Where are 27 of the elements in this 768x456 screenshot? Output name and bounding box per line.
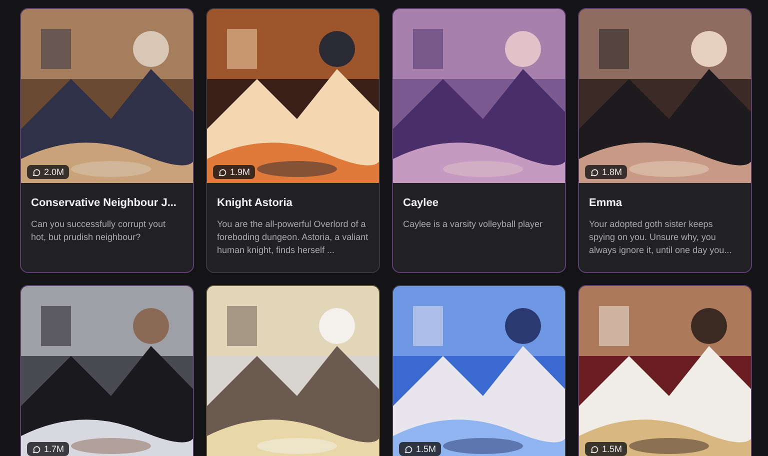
card-description: Can you successfully corrupt yout hot, but prudish neighbour? [31, 218, 167, 244]
chat-bubble-icon [590, 168, 599, 176]
card-title: Caylee [403, 197, 440, 209]
chat-count-badge: 1.9M [213, 165, 256, 179]
chat-count-badge: 1.8M [585, 165, 628, 179]
chat-bubble-icon [404, 444, 413, 454]
card-title: Knight Astoria [217, 197, 294, 209]
card-description: Your adopted goth sister keeps spying on you. Unsure why, you always ignore it, until one day you... [589, 218, 733, 257]
character-card[interactable]: Caylee Caylee is a varsity volleyball player [392, 8, 566, 273]
card-description: Caylee is a varsity volleyball player [403, 218, 544, 231]
character-card[interactable]: 2.0M Conservative Neighbour J... Can you successfully corrupt yout hot, but prudish neighbour? [20, 8, 194, 273]
chat-count-badge: 1.5M [585, 442, 628, 456]
card-title: Conservative Neighbour J... [31, 197, 178, 209]
chat-bubble-icon [32, 168, 41, 176]
card-description: You are the all-powerful Overlord of a foreboding dungeon. Astoria, a valiant human knight, finds herself ... [217, 218, 369, 257]
chat-count-badge: 2.0M [27, 165, 70, 179]
character-card[interactable]: 1.9M Knight Astoria You are the all-powerful Overlord of a foreboding dungeon. Astoria, a valiant human knight, finds herself ... [206, 8, 380, 273]
card-title: Emma [589, 197, 624, 209]
character-card[interactable]: 1.5M [578, 285, 752, 456]
chat-bubble-icon [590, 444, 599, 454]
character-card[interactable]: 1.5M [392, 285, 566, 456]
chat-bubble-icon [32, 444, 41, 454]
character-card[interactable]: 1.8M Emma Your adopted goth sister keeps spying on you. Unsure why, you always ignore it, until one day you... [578, 8, 752, 273]
chat-count-badge: 1.7M [27, 442, 70, 456]
chat-bubble-icon [218, 168, 227, 176]
character-card[interactable]: 1.7M [20, 285, 194, 456]
chat-count-badge: 1.5M [399, 442, 442, 456]
